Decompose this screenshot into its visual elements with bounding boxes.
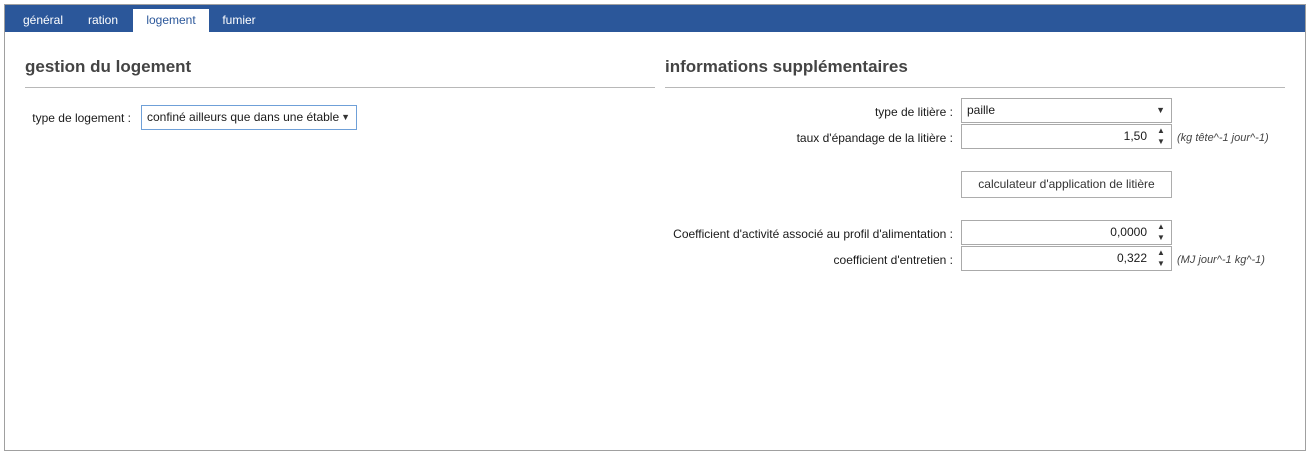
housing-type-dropdown[interactable]: confiné ailleurs que dans une étable ▼	[141, 105, 357, 130]
housing-type-label: type de logement :	[32, 111, 131, 125]
activity-coefficient-label: Coefficient d'activité associé au profil…	[673, 227, 953, 241]
litter-rate-unit: (kg tête^-1 jour^-1)	[1177, 132, 1269, 144]
activity-coefficient-value[interactable]: 0,0000	[1110, 221, 1147, 244]
maintenance-coefficient-label: coefficient d'entretien :	[833, 253, 953, 267]
tab-bar: général ration logement fumier	[5, 5, 1305, 32]
section-title-housing: gestion du logement	[25, 57, 192, 76]
spin-down-icon[interactable]: ▼	[1157, 260, 1165, 268]
section-divider-right	[665, 87, 1285, 88]
tab-fumier[interactable]: fumier	[213, 9, 265, 32]
maintenance-coefficient-spinner: ▲ ▼	[1153, 247, 1171, 270]
chevron-down-icon: ▼	[341, 112, 350, 122]
main-window: général ration logement fumier gestion d…	[4, 4, 1306, 451]
litter-rate-value[interactable]: 1,50	[1124, 125, 1147, 148]
spin-down-icon[interactable]: ▼	[1157, 138, 1165, 146]
spin-up-icon[interactable]: ▲	[1157, 223, 1165, 231]
spin-down-icon[interactable]: ▼	[1157, 234, 1165, 242]
maintenance-coefficient-unit: (MJ jour^-1 kg^-1)	[1177, 254, 1265, 266]
litter-rate-spinner: ▲ ▼	[1153, 125, 1171, 148]
tab-general[interactable]: général	[13, 9, 73, 32]
tab-logement[interactable]: logement	[133, 9, 209, 32]
litter-type-dropdown[interactable]: paille ▼	[961, 98, 1172, 123]
section-divider-left	[25, 87, 655, 88]
chevron-down-icon: ▼	[1156, 105, 1165, 115]
spin-up-icon[interactable]: ▲	[1157, 249, 1165, 257]
maintenance-coefficient-value[interactable]: 0,322	[1117, 247, 1147, 270]
housing-type-value: confiné ailleurs que dans une étable	[147, 110, 340, 124]
activity-coefficient-stepper[interactable]: 0,0000 ▲ ▼	[961, 220, 1172, 245]
litter-rate-label: taux d'épandage de la litière :	[796, 131, 953, 145]
section-title-additional-info: informations supplémentaires	[665, 57, 908, 76]
litter-type-value: paille	[967, 103, 996, 117]
spin-up-icon[interactable]: ▲	[1157, 127, 1165, 135]
litter-calculator-button[interactable]: calculateur d'application de litière	[961, 171, 1172, 198]
maintenance-coefficient-stepper[interactable]: 0,322 ▲ ▼	[961, 246, 1172, 271]
tab-ration[interactable]: ration	[77, 9, 129, 32]
activity-coefficient-spinner: ▲ ▼	[1153, 221, 1171, 244]
litter-type-label: type de litière :	[874, 105, 953, 119]
litter-rate-stepper[interactable]: 1,50 ▲ ▼	[961, 124, 1172, 149]
